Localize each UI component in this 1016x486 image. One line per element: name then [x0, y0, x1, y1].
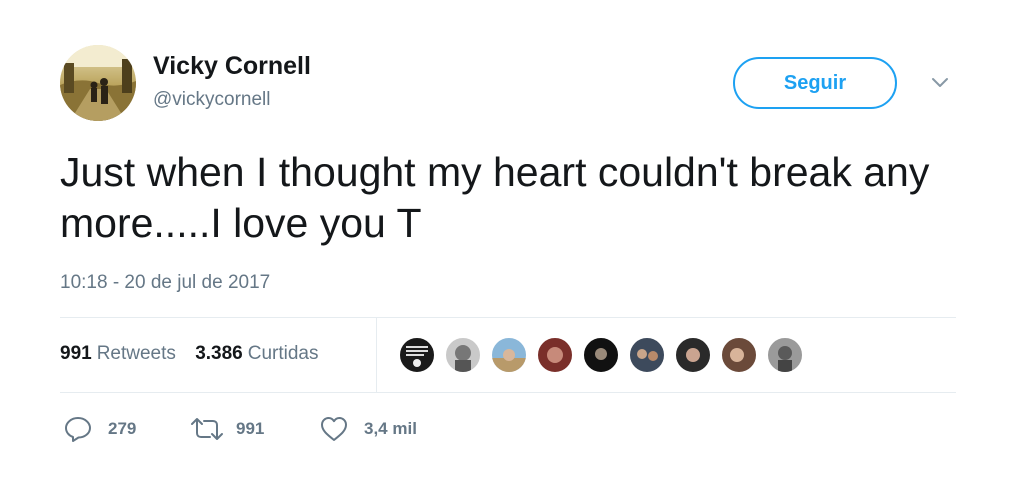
author-avatar[interactable] [60, 45, 136, 121]
like-button[interactable]: 3,4 mil [320, 414, 440, 444]
retweet-button[interactable]: 991 [190, 414, 280, 444]
divider [60, 317, 956, 318]
liker-avatar[interactable] [444, 336, 482, 374]
liker-avatar[interactable] [490, 336, 528, 374]
liker-avatar[interactable] [398, 336, 436, 374]
tweet-stats: 991 Retweets 3.386 Curtidas [60, 342, 332, 366]
reply-button[interactable]: 279 [64, 414, 154, 444]
retweet-count: 991 [236, 419, 265, 438]
tweet-timestamp[interactable]: 10:18 - 20 de jul de 2017 [60, 271, 270, 295]
likes-stat[interactable]: 3.386 Curtidas [195, 342, 318, 366]
like-count: 3,4 mil [364, 419, 417, 438]
chevron-down-icon[interactable] [930, 76, 950, 90]
reply-icon [65, 417, 91, 442]
liker-avatar[interactable] [582, 336, 620, 374]
liker-avatar[interactable] [720, 336, 758, 374]
author-handle[interactable]: @vickycornell [153, 88, 270, 112]
retweets-stat-label: Retweets [96, 343, 176, 364]
divider [60, 392, 956, 393]
retweets-stat-count: 991 [60, 343, 92, 364]
liker-avatar[interactable] [536, 336, 574, 374]
likes-stat-count: 3.386 [195, 343, 243, 364]
liker-avatar[interactable] [628, 336, 666, 374]
reply-count: 279 [108, 419, 137, 438]
author-display-name[interactable]: Vicky Cornell [153, 50, 311, 82]
follow-button[interactable]: Seguir [733, 57, 897, 109]
likes-stat-label: Curtidas [247, 343, 319, 364]
stats-divider [376, 318, 377, 392]
retweet-icon [191, 418, 223, 440]
liker-avatar[interactable] [674, 336, 712, 374]
tweet-text: Just when I thought my heart couldn't br… [60, 149, 930, 246]
heart-icon [321, 417, 347, 441]
liker-avatar[interactable] [766, 336, 804, 374]
retweets-stat[interactable]: 991 Retweets [60, 342, 176, 366]
